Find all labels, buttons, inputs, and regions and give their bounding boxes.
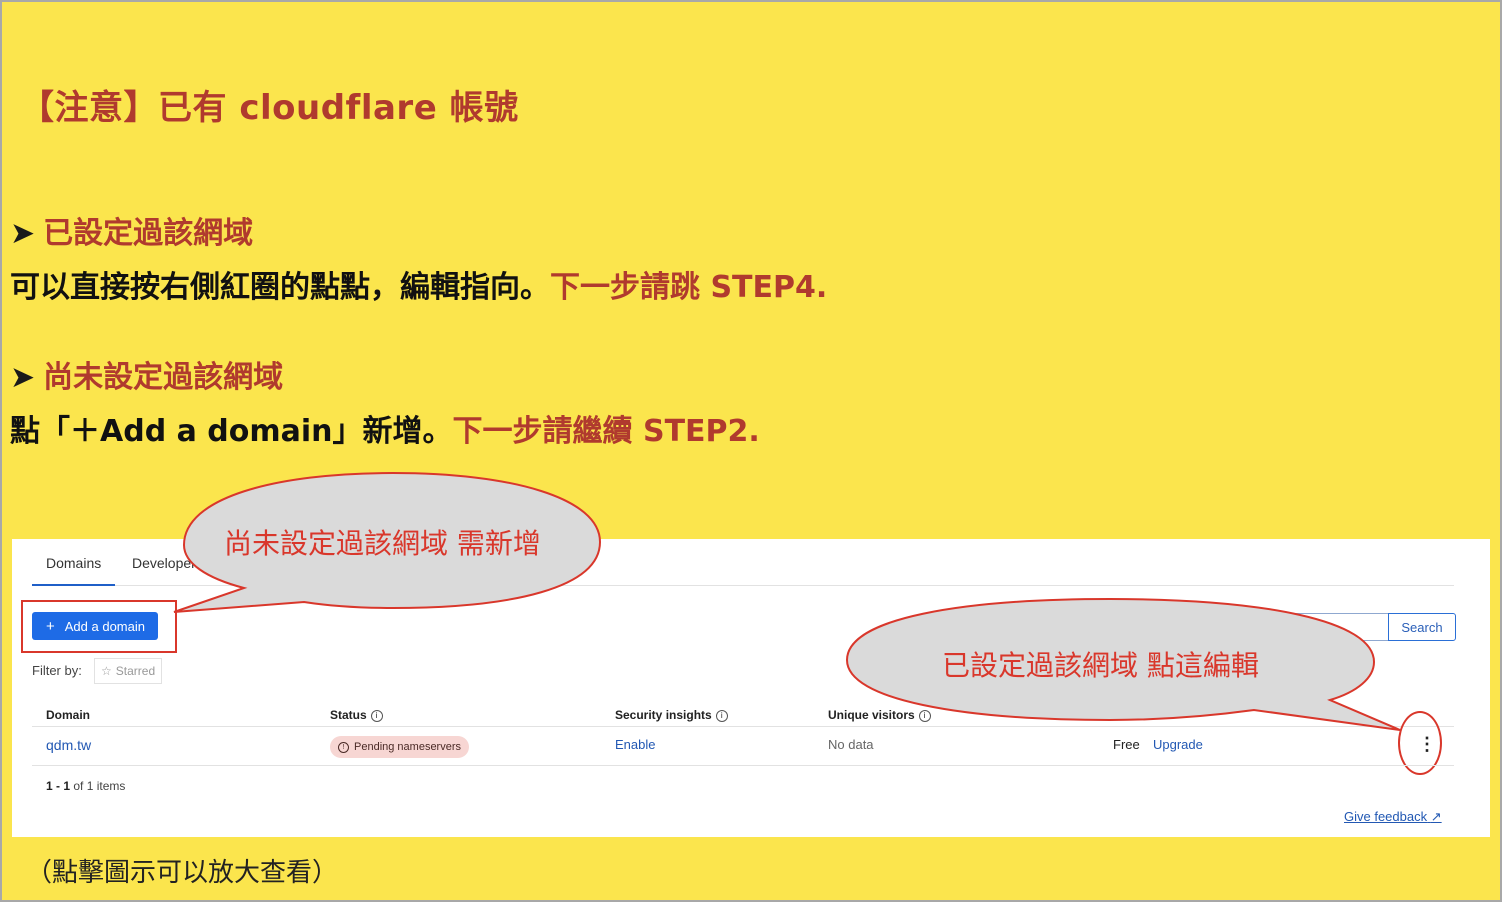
info-icon[interactable]: i [370,709,383,722]
row-divider [32,765,1454,766]
info-icon[interactable]: i [715,709,728,722]
status-text: Pending nameservers [354,741,462,753]
column-header-status: Status i [330,708,383,722]
instruction-text: 點「＋Add a domain」新增。 [10,414,453,449]
alert-icon: ! [338,741,349,753]
give-feedback-link[interactable]: Give feedback ↗ [1344,809,1442,825]
next-step-text: 下一步請繼續 STEP2. [452,414,760,449]
filter-label: Filter by: [32,663,82,678]
section-heading-text: 尚未設定過該網域 [43,360,284,395]
domain-link[interactable]: qdm.tw [46,737,91,753]
callout-text-left: 尚未設定過該網域 需新增 [224,527,541,560]
section-body-not-configured: 點「＋Add a domain」新增。下一步請繼續 STEP2. [10,406,760,450]
add-domain-button[interactable]: + Add a domain [32,612,158,640]
arrow-bullet-icon: ➤ [10,360,36,395]
instruction-text: 可以直接按右側紅圈的點點，編輯指向。 [10,270,550,305]
column-header-security: Security insights i [615,708,728,722]
starred-label: Starred [115,664,156,678]
status-badge: ! Pending nameservers [330,736,470,758]
footer-note: （點擊圖示可以放大查看） [26,858,339,888]
star-icon: ☆ [101,664,112,678]
section-heading-text: 已設定過該網域 [43,216,254,251]
external-link-icon: ↗ [1430,809,1442,824]
section-heading-not-configured: ➤ 尚未設定過該網域 [10,352,283,396]
plus-icon: + [46,617,55,635]
callout-text-right: 已設定過該網域 點這編輯 [942,649,1259,682]
arrow-bullet-icon: ➤ [10,216,36,251]
starred-filter[interactable]: ☆ Starred [94,658,163,684]
add-domain-label: Add a domain [64,618,145,634]
section-heading-configured: ➤ 已設定過該網域 [10,208,253,252]
page-title: 【注意】已有 cloudflare 帳號 [20,88,519,128]
tab-domains[interactable]: Domains [31,555,116,586]
pagination-summary: 1 - 1 of 1 items [46,779,126,793]
column-header-domain: Domain [46,708,91,722]
section-body-configured: 可以直接按右側紅圈的點點，編輯指向。下一步請跳 STEP4. [10,262,827,306]
enable-security-link[interactable]: Enable [615,737,655,752]
next-step-text: 下一步請跳 STEP4. [550,270,828,305]
